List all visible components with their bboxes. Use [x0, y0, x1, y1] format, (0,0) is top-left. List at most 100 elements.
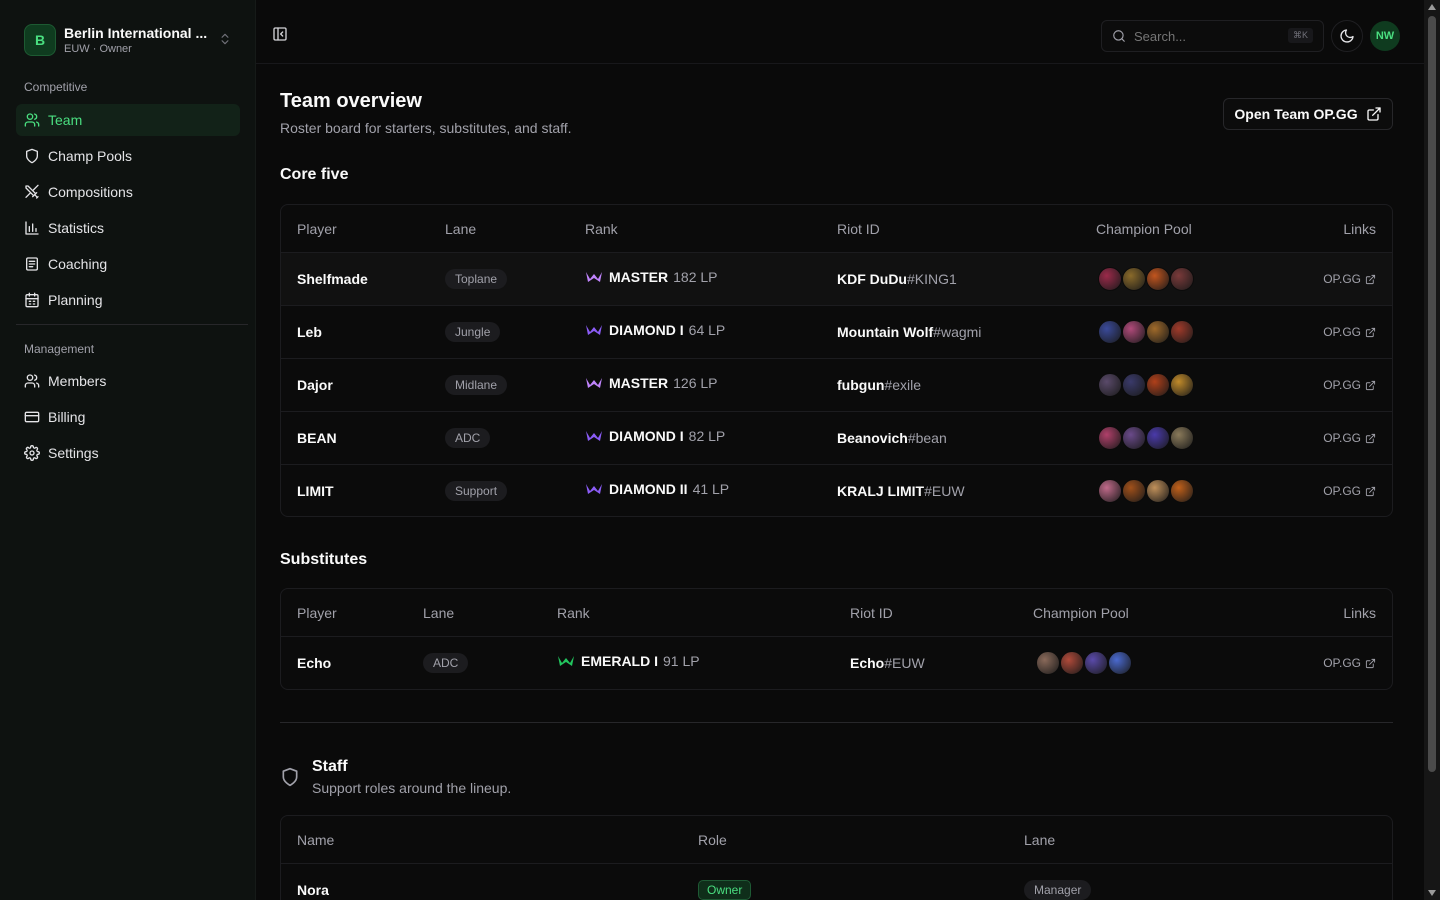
team-logo: B	[24, 24, 56, 56]
staff-name: Nora	[297, 882, 329, 898]
substitutes-table: Player Lane Rank Riot ID Champion Pool L…	[280, 588, 1393, 690]
champion-avatar[interactable]	[1170, 267, 1194, 291]
opgg-link[interactable]: OP.GG	[1323, 484, 1376, 498]
opgg-link[interactable]: OP.GG	[1323, 272, 1376, 286]
riot-id-name: fubgun	[837, 377, 885, 393]
rank-tier: DIAMOND II	[609, 481, 688, 497]
champion-avatar[interactable]	[1122, 373, 1146, 397]
search-bar[interactable]: ⌘K	[1101, 20, 1324, 52]
riot-id: Mountain Wolf #wagmi	[837, 306, 981, 358]
riot-id-tag: #EUW	[884, 655, 925, 671]
opgg-link[interactable]: OP.GG	[1323, 378, 1376, 392]
shield-icon	[280, 767, 300, 790]
champion-avatar[interactable]	[1146, 426, 1170, 450]
champion-avatar[interactable]	[1146, 373, 1170, 397]
team-name: Berlin International ...	[64, 25, 208, 41]
champion-avatar[interactable]	[1122, 267, 1146, 291]
champion-avatar[interactable]	[1122, 426, 1146, 450]
lane-badge: Toplane	[445, 269, 508, 289]
open-team-opgg-button[interactable]: Open Team OP.GG	[1223, 98, 1393, 130]
sidebar: B Berlin International ... EUW · Owner C…	[0, 0, 256, 900]
sidebar-item-champ-pools[interactable]: Champ Pools	[16, 140, 240, 172]
champion-avatar[interactable]	[1098, 267, 1122, 291]
sidebar-item-billing[interactable]: Billing	[16, 401, 240, 433]
col-lane[interactable]: Lane	[445, 221, 476, 237]
notebook-icon	[26, 257, 38, 271]
champion-avatar[interactable]	[1170, 426, 1194, 450]
champion-avatar[interactable]	[1170, 479, 1194, 503]
champion-avatar[interactable]	[1036, 651, 1060, 675]
opgg-link[interactable]: OP.GG	[1323, 431, 1376, 445]
champion-avatar[interactable]	[1098, 373, 1122, 397]
riot-id-tag: #exile	[884, 377, 922, 393]
substitutes-title: Substitutes	[280, 551, 368, 568]
col-rank[interactable]: Rank	[557, 605, 590, 621]
rank-emblem-icon	[585, 376, 603, 390]
col-player[interactable]: Player	[297, 221, 337, 237]
champion-avatar[interactable]	[1146, 267, 1170, 291]
champion-avatar[interactable]	[1170, 320, 1194, 344]
team-switcher[interactable]: B Berlin International ... EUW · Owner	[16, 16, 240, 64]
scrollbar[interactable]	[1424, 0, 1440, 900]
opgg-link[interactable]: OP.GG	[1323, 656, 1376, 670]
sidebar-item-statistics[interactable]: Statistics	[16, 212, 240, 244]
sidebar-item-members[interactable]: Members	[16, 365, 240, 397]
champion-avatar[interactable]	[1060, 651, 1084, 675]
champion-avatar[interactable]	[1122, 320, 1146, 344]
col-player[interactable]: Player	[297, 605, 337, 621]
opgg-link-label: OP.GG	[1323, 325, 1361, 339]
opgg-link-label: OP.GG	[1323, 378, 1361, 392]
champion-avatar[interactable]	[1098, 426, 1122, 450]
champion-avatar[interactable]	[1098, 479, 1122, 503]
champion-avatar[interactable]	[1084, 651, 1108, 675]
champion-avatar[interactable]	[1122, 479, 1146, 503]
external-link-icon	[1365, 486, 1376, 496]
champion-avatar[interactable]	[1146, 479, 1170, 503]
table-row: BEAN ADC DIAMOND I 82 LP Beanovich #bean OP.GG	[281, 412, 1392, 465]
sidebar-item-coaching[interactable]: Coaching	[16, 248, 240, 280]
col-name[interactable]: Name	[297, 832, 334, 848]
champion-avatar[interactable]	[1146, 320, 1170, 344]
role-badge: Owner	[698, 880, 752, 900]
player-name: Dajor	[297, 377, 333, 393]
champion-avatar[interactable]	[1098, 320, 1122, 344]
sidebar-item-settings[interactable]: Settings	[16, 437, 240, 469]
table-header: Player Lane Rank Riot ID Champion Pool L…	[281, 205, 1392, 253]
lane-badge: Jungle	[445, 322, 501, 342]
riot-id: fubgun #exile	[837, 359, 921, 411]
col-riot-id[interactable]: Riot ID	[850, 605, 893, 621]
sidebar-item-compositions[interactable]: Compositions	[16, 176, 240, 208]
opgg-link[interactable]: OP.GG	[1323, 325, 1376, 339]
champion-pool	[1098, 465, 1194, 516]
col-riot-id[interactable]: Riot ID	[837, 221, 880, 237]
champion-pool	[1098, 306, 1194, 358]
topbar: ⌘K NW	[256, 0, 1424, 64]
col-lane[interactable]: Lane	[1024, 832, 1055, 848]
scroll-thumb[interactable]	[1428, 16, 1436, 772]
col-role[interactable]: Role	[698, 832, 727, 848]
sidebar-item-label: Planning	[48, 292, 103, 308]
riot-id-tag: #wagmi	[933, 324, 982, 340]
champion-avatar[interactable]	[1108, 651, 1132, 675]
col-lane[interactable]: Lane	[423, 605, 454, 621]
champion-avatar[interactable]	[1170, 373, 1194, 397]
avatar[interactable]: NW	[1370, 21, 1400, 51]
sidebar-item-team[interactable]: Team	[16, 104, 240, 136]
scroll-down-icon[interactable]	[1428, 890, 1436, 896]
core-five-table: Player Lane Rank Riot ID Champion Pool L…	[280, 204, 1393, 517]
shield-icon	[26, 148, 38, 164]
search-input[interactable]	[1134, 28, 1284, 44]
search-icon	[1113, 30, 1125, 42]
sidebar-toggle-icon[interactable]	[272, 26, 292, 46]
sidebar-item-label: Billing	[48, 409, 86, 425]
staff-subtitle: Support roles around the lineup.	[312, 780, 512, 796]
theme-toggle-button[interactable]	[1331, 20, 1363, 52]
rank-emblem-icon	[585, 429, 603, 443]
col-rank[interactable]: Rank	[585, 221, 618, 237]
rank-lp: 126 LP	[673, 375, 718, 391]
scroll-up-icon[interactable]	[1428, 4, 1436, 10]
users-icon	[24, 113, 40, 127]
users-icon	[24, 374, 40, 388]
riot-id-tag: #bean	[907, 430, 947, 446]
sidebar-item-planning[interactable]: Planning	[16, 284, 240, 316]
